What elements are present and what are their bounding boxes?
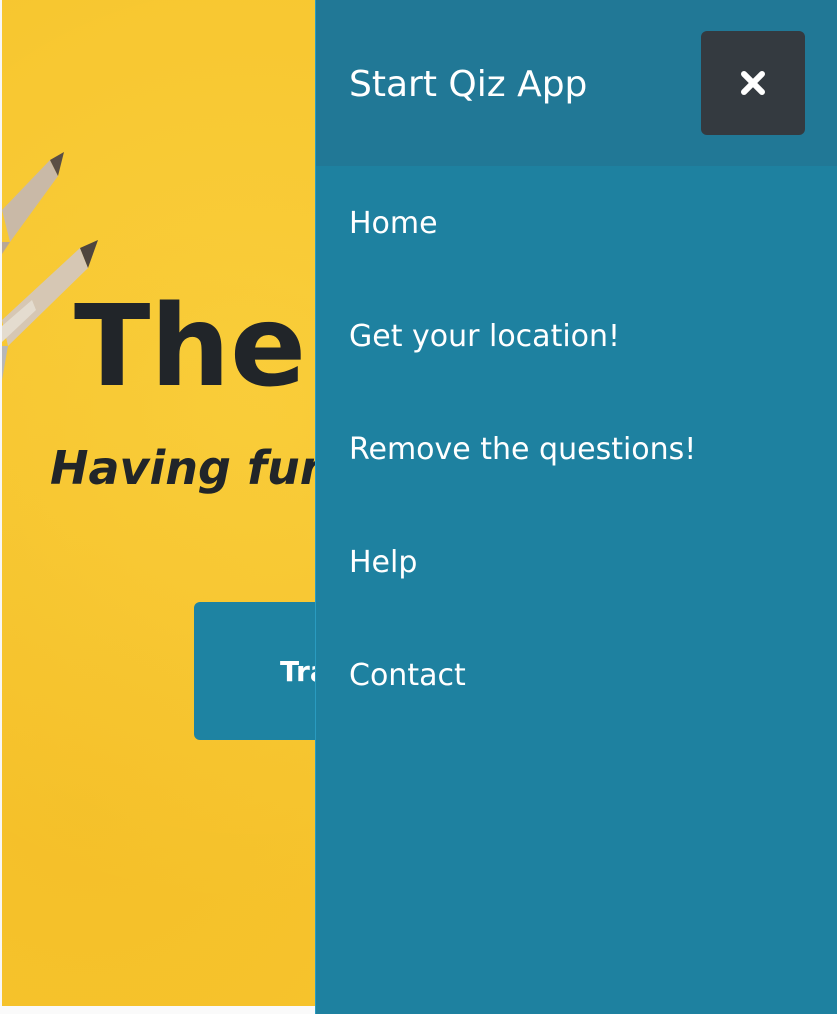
- side-drawer: Start Qiz App Home Get your location! Re…: [315, 0, 837, 1014]
- nav-item-remove-questions[interactable]: Remove the questions!: [316, 392, 837, 505]
- nav-item-help[interactable]: Help: [316, 505, 837, 618]
- nav-item-get-location[interactable]: Get your location!: [316, 279, 837, 392]
- nav-item-contact[interactable]: Contact: [316, 618, 837, 731]
- hero-subtitle: Having fun: [50, 441, 333, 495]
- drawer-nav-list: Home Get your location! Remove the quest…: [316, 166, 837, 731]
- drawer-title: Start Qiz App: [349, 64, 588, 105]
- close-icon: [741, 71, 765, 95]
- hero-title: The: [74, 282, 307, 412]
- nav-item-home[interactable]: Home: [316, 166, 837, 279]
- drawer-header: Start Qiz App: [316, 0, 837, 166]
- page: The Having fun Tra Start Qiz App Home Ge…: [0, 0, 837, 1014]
- close-button[interactable]: [701, 31, 805, 135]
